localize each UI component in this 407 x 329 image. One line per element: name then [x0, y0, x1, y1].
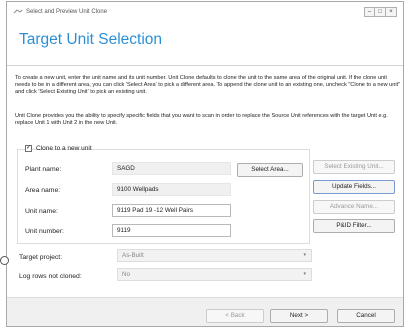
- target-project-select[interactable]: As-Built ▾: [117, 249, 312, 262]
- target-project-label: Target project:: [19, 254, 63, 261]
- area-name-field: 9100 Wellpads: [112, 183, 231, 196]
- dialog-window: Select and Preview Unit Clone – □ × Targ…: [6, 1, 404, 327]
- instructions-paragraph-1: To create a new unit, enter the unit nam…: [15, 75, 401, 96]
- chevron-down-icon: ▾: [303, 271, 306, 277]
- maximize-button[interactable]: □: [375, 7, 386, 17]
- dialog-footer: < Back Next > Cancel: [7, 297, 403, 326]
- pid-filter-button[interactable]: P&ID Filter...: [313, 219, 395, 233]
- unit-number-input[interactable]: 9119: [112, 224, 231, 237]
- update-fields-button[interactable]: Update Fields...: [313, 180, 395, 194]
- unit-number-label: Unit number:: [25, 228, 64, 235]
- unit-name-input[interactable]: 9119 Pad 19 -12 Well Pairs: [112, 204, 231, 217]
- back-button[interactable]: < Back: [206, 309, 264, 323]
- advance-name-button[interactable]: Advance Name...: [313, 200, 395, 214]
- clone-new-unit-label: Clone to a new unit: [36, 145, 92, 152]
- page-heading: Target Unit Selection: [19, 31, 163, 48]
- title-bar: Select and Preview Unit Clone – □ ×: [7, 2, 403, 22]
- window-controls: – □ ×: [364, 7, 397, 17]
- log-rows-label: Log rows not cloned:: [19, 273, 82, 280]
- chevron-down-icon: ▾: [303, 252, 306, 258]
- close-button[interactable]: ×: [386, 7, 397, 17]
- clone-new-unit-checkbox[interactable]: ✓: [25, 145, 32, 152]
- minimize-button[interactable]: –: [364, 7, 375, 17]
- plant-name-label: Plant name:: [25, 166, 62, 173]
- cursor-icon: [0, 256, 9, 265]
- select-area-button[interactable]: Select Area...: [237, 163, 303, 177]
- log-rows-select[interactable]: No ▾: [117, 268, 312, 281]
- unit-name-label: Unit name:: [25, 208, 58, 215]
- window-title: Select and Preview Unit Clone: [26, 9, 108, 15]
- plant-name-field: SAGD: [112, 162, 231, 175]
- clone-new-unit-option[interactable]: ✓ Clone to a new unit: [25, 145, 92, 152]
- target-project-value: As-Built: [122, 252, 144, 259]
- app-icon: [13, 9, 23, 15]
- cancel-button[interactable]: Cancel: [337, 309, 395, 323]
- area-name-label: Area name:: [25, 187, 61, 194]
- select-existing-unit-button[interactable]: Select Existing Unit...: [313, 160, 395, 174]
- next-button[interactable]: Next >: [270, 309, 328, 323]
- log-rows-value: No: [122, 271, 131, 278]
- header-divider: [7, 65, 403, 66]
- instructions-paragraph-2: Unit Clone provides you the ability to s…: [15, 113, 388, 127]
